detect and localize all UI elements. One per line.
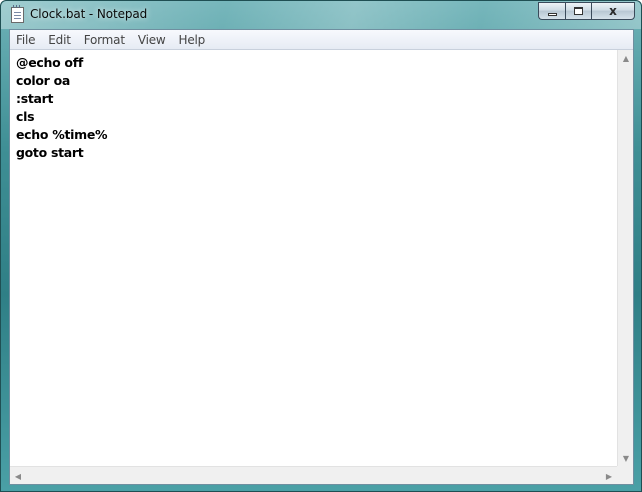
text-line: echo %time% xyxy=(16,127,108,142)
scrollbar-corner xyxy=(617,466,633,484)
menu-edit[interactable]: Edit xyxy=(48,33,71,47)
minimize-button[interactable] xyxy=(538,2,565,20)
text-editor[interactable]: @echo off color oa :start cls echo %time… xyxy=(10,50,617,466)
menu-format[interactable]: Format xyxy=(84,33,125,47)
close-icon: x xyxy=(609,4,617,18)
scroll-right-icon[interactable]: ▶ xyxy=(601,468,617,484)
scroll-left-icon[interactable]: ◀ xyxy=(10,468,26,484)
horizontal-scrollbar[interactable]: ◀ ▶ xyxy=(10,466,617,484)
maximize-icon xyxy=(574,7,583,15)
scroll-up-icon[interactable]: ▲ xyxy=(618,50,634,66)
menu-view[interactable]: View xyxy=(138,33,166,47)
text-line: @echo off xyxy=(16,55,83,70)
menu-file[interactable]: File xyxy=(16,33,35,47)
scroll-down-icon[interactable]: ▼ xyxy=(618,450,634,466)
text-line: color oa xyxy=(16,73,71,88)
menu-help[interactable]: Help xyxy=(179,33,206,47)
title-bar[interactable]: Clock.bat - Notepad x xyxy=(1,1,641,29)
window-title: Clock.bat - Notepad xyxy=(30,7,148,21)
text-line: cls xyxy=(16,109,35,124)
minimize-icon xyxy=(547,12,557,16)
close-button[interactable]: x xyxy=(591,2,635,20)
notepad-window: Clock.bat - Notepad x File Edit Format V… xyxy=(0,0,642,492)
client-area: File Edit Format View Help @echo off col… xyxy=(9,29,634,485)
vertical-scrollbar[interactable]: ▲ ▼ xyxy=(617,50,633,466)
text-line: :start xyxy=(16,91,54,106)
caption-buttons: x xyxy=(538,2,635,20)
maximize-button[interactable] xyxy=(565,2,591,20)
menu-bar: File Edit Format View Help xyxy=(10,30,633,50)
notepad-icon[interactable] xyxy=(11,5,24,23)
text-line: goto start xyxy=(16,145,84,160)
